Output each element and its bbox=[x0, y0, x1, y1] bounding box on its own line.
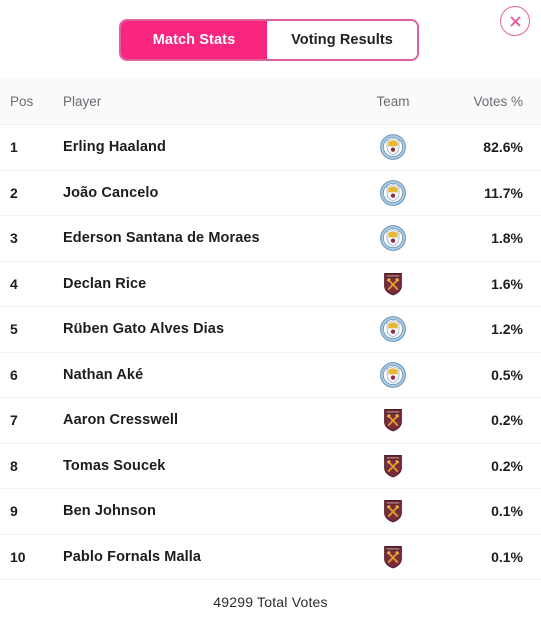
west-ham-crest-icon bbox=[380, 271, 406, 297]
row-position: 4 bbox=[10, 275, 18, 292]
table-row: 5 Rüben Gato Alves Dias 1.2% bbox=[0, 307, 541, 353]
row-votes-percent: 0.5% bbox=[491, 366, 523, 383]
row-team-crest bbox=[345, 134, 441, 161]
row-position: 5 bbox=[10, 321, 18, 338]
row-player-name: Tomas Soucek bbox=[63, 457, 166, 474]
column-header-votes: Votes % bbox=[473, 93, 523, 109]
row-position: 8 bbox=[10, 457, 18, 474]
table-row: 8 Tomas Soucek 0.2% bbox=[0, 443, 541, 489]
row-team-crest bbox=[345, 361, 441, 388]
column-header-player: Player bbox=[63, 93, 102, 109]
row-player-name: Erling Haaland bbox=[63, 139, 166, 156]
row-player-name: Rüben Gato Alves Dias bbox=[63, 321, 225, 338]
row-position: 1 bbox=[10, 139, 18, 156]
column-header-team: Team bbox=[376, 93, 410, 109]
table-row: 7 Aaron Cresswell 0.2% bbox=[0, 398, 541, 444]
row-position: 10 bbox=[10, 548, 26, 565]
row-votes-percent: 0.2% bbox=[491, 412, 523, 429]
row-votes-percent: 1.8% bbox=[491, 230, 523, 247]
row-team-crest bbox=[345, 271, 441, 297]
west-ham-crest-icon bbox=[380, 498, 406, 524]
manchester-city-crest-icon bbox=[380, 316, 406, 343]
row-votes-percent: 0.1% bbox=[491, 548, 523, 565]
table-row: 2 João Cancelo 11.7% bbox=[0, 170, 541, 216]
manchester-city-crest-icon bbox=[380, 225, 406, 252]
total-votes-footer: 49299 Total Votes bbox=[0, 580, 541, 623]
row-team-crest bbox=[345, 498, 441, 524]
table-row: 10 Pablo Fornals Malla 0.1% bbox=[0, 534, 541, 580]
table-row: 6 Nathan Aké 0.5% bbox=[0, 352, 541, 398]
row-votes-percent: 1.2% bbox=[491, 321, 523, 338]
row-player-name: Pablo Fornals Malla bbox=[63, 548, 202, 565]
table-row: 3 Ederson Santana de Moraes 1.8% bbox=[0, 216, 541, 262]
row-votes-percent: 0.1% bbox=[491, 503, 523, 520]
table-row: 9 Ben Johnson 0.1% bbox=[0, 489, 541, 535]
row-team-crest bbox=[345, 453, 441, 479]
row-votes-percent: 82.6% bbox=[483, 139, 523, 156]
row-team-crest bbox=[345, 225, 441, 252]
west-ham-crest-icon bbox=[380, 407, 406, 433]
row-player-name: Nathan Aké bbox=[63, 366, 144, 383]
west-ham-crest-icon bbox=[380, 453, 406, 479]
row-position: 9 bbox=[10, 503, 18, 520]
table-row: 1 Erling Haaland 82.6% bbox=[0, 125, 541, 171]
manchester-city-crest-icon bbox=[380, 361, 406, 388]
row-votes-percent: 1.6% bbox=[491, 275, 523, 292]
voting-results-table: Pos Player Team Votes % 1 Erling Haaland 8… bbox=[0, 78, 541, 580]
tab-group: Match Stats Voting Results bbox=[119, 19, 419, 61]
row-votes-percent: 0.2% bbox=[491, 457, 523, 474]
row-player-name: Ben Johnson bbox=[63, 503, 156, 520]
row-team-crest bbox=[345, 407, 441, 433]
row-votes-percent: 11.7% bbox=[484, 184, 523, 201]
table-body: 1 Erling Haaland 82.6% 2 João Cancelo 11.7% 3 E… bbox=[0, 125, 541, 580]
west-ham-crest-icon bbox=[380, 544, 406, 570]
row-team-crest bbox=[345, 316, 441, 343]
manchester-city-crest-icon bbox=[380, 134, 406, 161]
close-button[interactable] bbox=[500, 6, 530, 36]
row-player-name: Aaron Cresswell bbox=[63, 412, 179, 429]
row-position: 3 bbox=[10, 230, 18, 247]
table-header-row: Pos Player Team Votes % bbox=[0, 78, 541, 125]
row-position: 6 bbox=[10, 366, 18, 383]
row-team-crest bbox=[345, 544, 441, 570]
row-player-name: Declan Rice bbox=[63, 275, 147, 292]
tab-match-stats[interactable]: Match Stats bbox=[121, 21, 267, 59]
column-header-pos: Pos bbox=[10, 93, 34, 109]
tab-voting-results[interactable]: Voting Results bbox=[267, 21, 417, 59]
row-position: 2 bbox=[10, 184, 18, 201]
manchester-city-crest-icon bbox=[380, 179, 406, 206]
row-position: 7 bbox=[10, 412, 18, 429]
total-votes-label: 49299 Total Votes bbox=[213, 593, 328, 610]
table-row: 4 Declan Rice 1.6% bbox=[0, 261, 541, 307]
row-player-name: Ederson Santana de Moraes bbox=[63, 230, 260, 247]
row-team-crest bbox=[345, 179, 441, 206]
row-player-name: João Cancelo bbox=[63, 184, 159, 201]
top-bar: Match Stats Voting Results bbox=[0, 0, 541, 78]
close-icon bbox=[509, 15, 522, 28]
